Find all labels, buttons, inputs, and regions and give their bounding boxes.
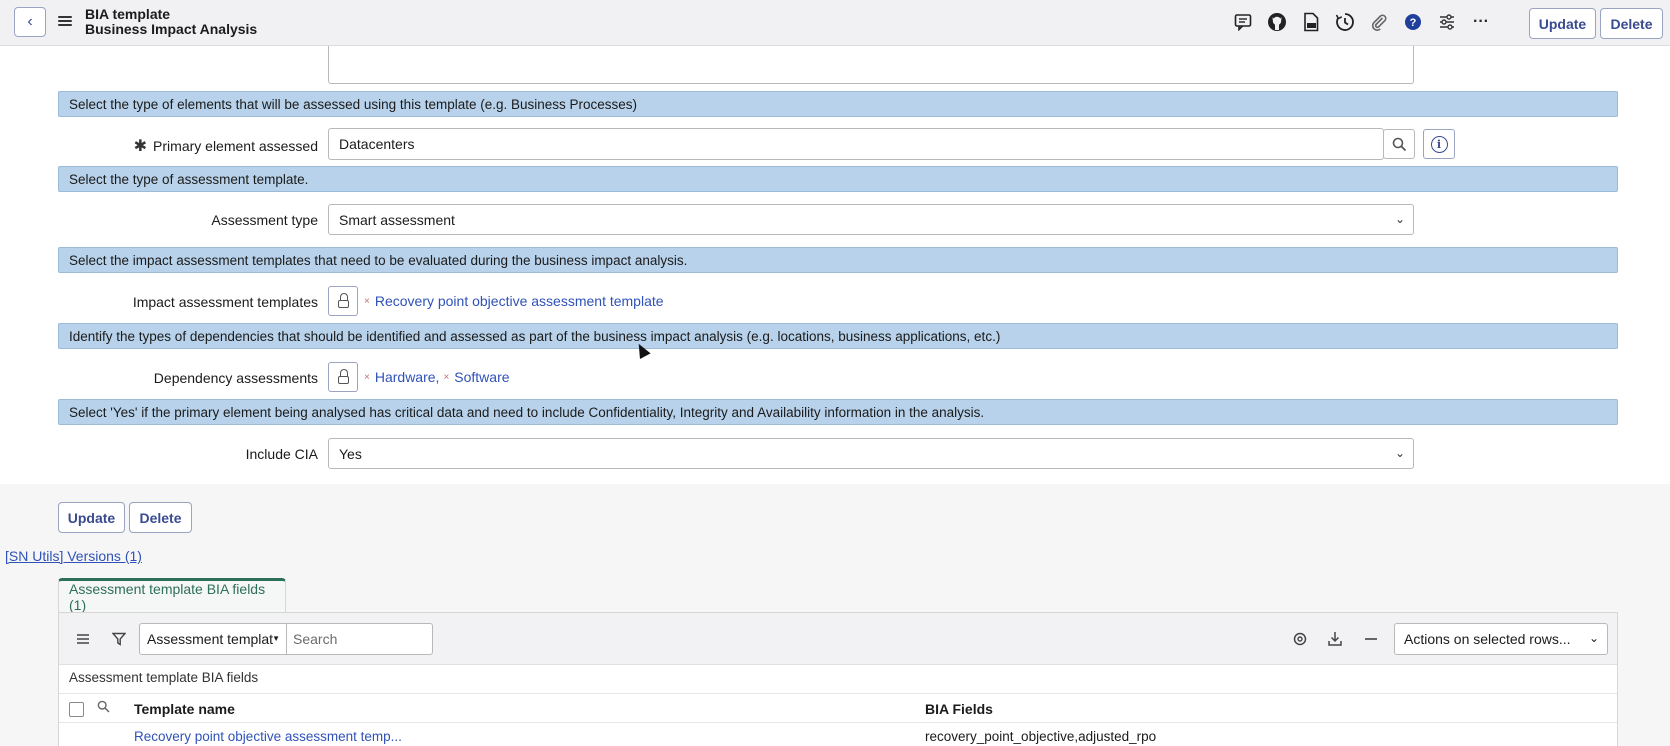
column-header-template-name[interactable]: Template name [134, 701, 235, 717]
dependency-assessments-list: × Hardware , × Software [364, 369, 510, 385]
chevron-down-icon: ⌄ [1394, 212, 1405, 226]
primary-element-input[interactable]: Datacenters [328, 128, 1384, 160]
chevron-down-icon: ⌄ [1394, 446, 1405, 460]
dependency-link-software[interactable]: Software [454, 369, 509, 385]
help-icon[interactable]: ? [1396, 8, 1430, 36]
impact-template-link[interactable]: Recovery point objective assessment temp… [375, 293, 664, 309]
remove-icon[interactable]: × [364, 372, 370, 383]
record-title-line2: Business Impact Analysis [85, 21, 258, 37]
primary-element-label: ✱ Primary element assessed [120, 136, 318, 156]
impact-templates-list: × Recovery point objective assessment te… [364, 293, 664, 309]
settings-sliders-icon[interactable] [1430, 8, 1464, 36]
assessment-type-value: Smart assessment [339, 211, 455, 228]
include-cia-label: Include CIA [245, 446, 318, 462]
menu-icon[interactable] [58, 14, 72, 28]
table-header-row: Template name BIA Fields [59, 693, 1617, 723]
actions-on-selected-rows-select[interactable]: Actions on selected rows... ⌄ [1394, 623, 1608, 655]
top-header: ‹ BIA template Business Impact Analysis … [0, 0, 1670, 46]
history-icon[interactable] [1328, 8, 1362, 36]
header-delete-button[interactable]: Delete [1600, 8, 1663, 39]
impact-templates-label: Impact assessment templates [132, 294, 318, 310]
related-list-panel: Assessment templat ▼ Search Actions on s… [58, 612, 1618, 746]
download-icon[interactable] [1325, 629, 1345, 649]
assessment-type-select[interactable]: Smart assessment ⌄ [328, 204, 1414, 235]
lookup-search-button[interactable] [1383, 129, 1415, 159]
header-icon-bar: ? ··· [1226, 8, 1498, 36]
related-list-title: Assessment template BIA fields [69, 670, 259, 685]
record-title-line1: BIA template [85, 6, 171, 22]
back-button[interactable]: ‹ [14, 7, 46, 37]
dependency-unlock-button[interactable] [328, 362, 358, 392]
more-icon[interactable]: ··· [1464, 8, 1498, 36]
dependency-assessments-label: Dependency assessments [153, 370, 318, 386]
section-dependencies: Identify the types of dependencies that … [58, 323, 1618, 349]
list-menu-icon[interactable] [73, 629, 93, 649]
caret-down-icon: ▼ [272, 634, 280, 643]
section-impact-templates: Select the impact assessment templates t… [58, 247, 1618, 273]
impact-templates-unlock-button[interactable] [328, 286, 358, 316]
filter-icon[interactable] [109, 629, 129, 649]
lock-icon [337, 369, 349, 384]
search-field-value: Assessment templat [147, 631, 274, 647]
remove-icon[interactable]: × [443, 372, 449, 383]
reference-info-button[interactable]: i [1423, 129, 1455, 159]
row-template-name-link[interactable]: Recovery point objective assessment temp… [134, 729, 402, 744]
info-icon: i [1430, 135, 1448, 153]
search-icon [1392, 137, 1406, 151]
lock-icon [337, 293, 349, 308]
include-cia-value: Yes [339, 445, 362, 462]
search-field-select[interactable]: Assessment templat ▼ [139, 623, 287, 655]
github-icon[interactable] [1260, 8, 1294, 36]
row-bia-fields: recovery_point_objective,adjusted_rpo [925, 729, 1157, 744]
section-include-cia: Select 'Yes' if the primary element bein… [58, 399, 1618, 425]
required-asterisk-icon: ✱ [133, 138, 148, 155]
tab-assessment-template-bia-fields[interactable]: Assessment template BIA fields (1) [58, 578, 286, 613]
record-title: BIA template Business Impact Analysis [85, 7, 257, 37]
related-list-search-input[interactable]: Search [287, 623, 433, 655]
document-icon[interactable] [1294, 8, 1328, 36]
comment-icon[interactable] [1226, 8, 1260, 36]
select-all-checkbox[interactable] [69, 702, 84, 717]
section-element-type: Select the type of elements that will be… [58, 91, 1618, 117]
attachment-icon[interactable] [1362, 8, 1396, 36]
section-assessment-template: Select the type of assessment template. [58, 166, 1618, 192]
assessment-type-label: Assessment type [211, 212, 318, 228]
svg-text:?: ? [1410, 17, 1417, 29]
related-list-toolbar: Assessment templat ▼ Search Actions on s… [59, 613, 1617, 665]
form-update-button[interactable]: Update [58, 502, 125, 533]
description-textarea[interactable] [328, 46, 1414, 84]
dependency-link-hardware[interactable]: Hardware [375, 369, 436, 385]
sn-utils-versions-link[interactable]: [SN Utils] Versions (1) [5, 548, 142, 564]
primary-element-label-text: Primary element assessed [153, 138, 318, 154]
header-update-button[interactable]: Update [1529, 8, 1596, 39]
include-cia-select[interactable]: Yes ⌄ [328, 438, 1414, 469]
column-search-icon[interactable] [97, 700, 110, 716]
column-header-bia-fields[interactable]: BIA Fields [925, 701, 993, 717]
chevron-left-icon: ‹ [27, 13, 33, 30]
collapse-icon[interactable] [1361, 629, 1381, 649]
chevron-down-icon: ⌄ [1588, 631, 1599, 645]
gear-icon[interactable] [1290, 629, 1310, 649]
form-delete-button[interactable]: Delete [129, 502, 192, 533]
remove-icon[interactable]: × [364, 296, 370, 307]
actions-select-value: Actions on selected rows... [1404, 631, 1571, 647]
